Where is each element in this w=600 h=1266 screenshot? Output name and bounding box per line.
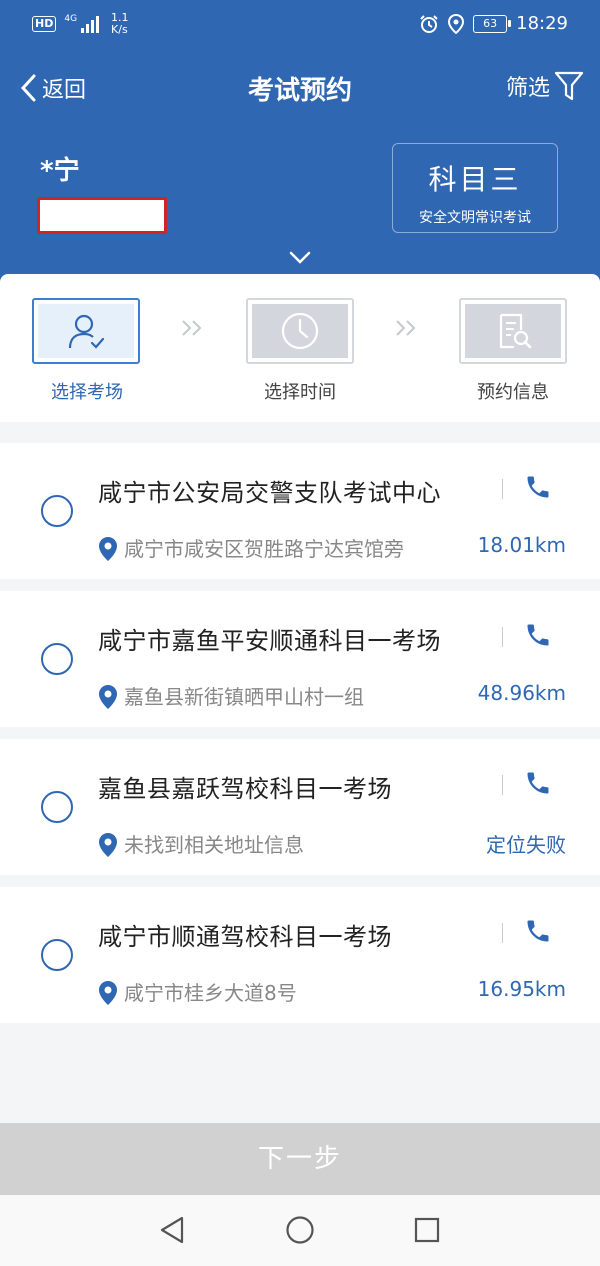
- list-item[interactable]: 咸宁市顺通驾校科目一考场 咸宁市桂乡大道8号 16.95km: [0, 887, 600, 1023]
- location-pin-icon: [99, 981, 117, 1005]
- filter-button[interactable]: 筛选: [506, 70, 584, 102]
- venue-name: 咸宁市顺通驾校科目一考场: [98, 923, 392, 951]
- list-item[interactable]: 咸宁市嘉鱼平安顺通科目一考场 嘉鱼县新街镇晒甲山村一组 48.96km: [0, 591, 600, 727]
- venue-distance: 48.96km: [477, 681, 566, 705]
- list-item[interactable]: 咸宁市公安局交警支队考试中心 咸宁市咸安区贺胜路宁达宾馆旁 18.01km: [0, 443, 600, 579]
- redacted-id-field: [37, 197, 167, 234]
- step-select-venue[interactable]: [32, 298, 140, 364]
- location-pin-icon: [99, 537, 117, 561]
- step-indicator: 选择考场 选择时间 预约信息: [0, 274, 600, 422]
- clock-icon: [281, 312, 319, 350]
- venue-address: 嘉鱼县新街镇晒甲山村一组: [124, 685, 364, 709]
- venue-name: 嘉鱼县嘉跃驾校科目一考场: [98, 775, 392, 803]
- subject-subtitle: 安全文明常识考试: [419, 210, 531, 226]
- home-circle-icon[interactable]: [285, 1215, 315, 1245]
- venue-address: 咸宁市桂乡大道8号: [124, 981, 297, 1005]
- step-select-time[interactable]: [246, 298, 354, 364]
- battery-icon: 63: [473, 14, 512, 33]
- document-search-icon: [499, 313, 532, 349]
- funnel-icon: [554, 71, 584, 101]
- step-booking-info[interactable]: [459, 298, 567, 364]
- next-step-button[interactable]: 下一步: [0, 1123, 600, 1195]
- subject-selector[interactable]: 科目三 安全文明常识考试: [392, 143, 558, 233]
- double-chevron-icon: [396, 320, 416, 336]
- venue-distance: 定位失败: [486, 833, 566, 857]
- network-speed: 1.1 K/s: [111, 11, 129, 36]
- phone-icon[interactable]: [524, 473, 552, 501]
- venue-name: 咸宁市公安局交警支队考试中心: [98, 479, 441, 507]
- signal-icon: 4G: [64, 15, 100, 33]
- location-pin-icon: [99, 685, 117, 709]
- venue-distance: 16.95km: [477, 977, 566, 1001]
- step-label-info: 预约信息: [477, 382, 549, 403]
- alarm-icon: [420, 14, 438, 33]
- location-icon: [448, 13, 465, 34]
- divider: [502, 923, 503, 943]
- phone-icon[interactable]: [524, 621, 552, 649]
- chevron-down-icon[interactable]: [289, 251, 311, 265]
- double-chevron-icon: [182, 320, 202, 336]
- status-bar: HD 4G 1.1 K/s 63 18:29: [0, 0, 600, 50]
- user-check-icon: [68, 314, 105, 349]
- venue-distance: 18.01km: [477, 533, 566, 557]
- divider: [502, 627, 503, 647]
- divider: [502, 479, 503, 499]
- venue-radio[interactable]: [41, 495, 73, 527]
- location-pin-icon: [99, 833, 117, 857]
- step-label-venue: 选择考场: [51, 382, 123, 403]
- step-label-time: 选择时间: [264, 382, 336, 403]
- nav-bar: 返回 考试预约 筛选: [0, 60, 600, 116]
- system-nav-bar: [0, 1195, 600, 1266]
- venue-radio[interactable]: [41, 643, 73, 675]
- venue-radio[interactable]: [41, 791, 73, 823]
- back-triangle-icon[interactable]: [158, 1215, 186, 1245]
- venue-name: 咸宁市嘉鱼平安顺通科目一考场: [98, 627, 441, 655]
- phone-icon[interactable]: [524, 769, 552, 797]
- divider: [502, 775, 503, 795]
- user-name: *宁: [40, 156, 80, 186]
- list-item[interactable]: 嘉鱼县嘉跃驾校科目一考场 未找到相关地址信息 定位失败: [0, 739, 600, 875]
- venue-address: 咸宁市咸安区贺胜路宁达宾馆旁: [124, 537, 404, 561]
- phone-icon[interactable]: [524, 917, 552, 945]
- subject-title: 科目三: [428, 163, 522, 196]
- clock-time: 18:29: [516, 13, 568, 34]
- filter-label: 筛选: [505, 76, 550, 101]
- venue-radio[interactable]: [41, 939, 73, 971]
- hd-badge: HD: [32, 16, 57, 32]
- venue-address: 未找到相关地址信息: [124, 833, 304, 857]
- recents-square-icon[interactable]: [413, 1215, 441, 1245]
